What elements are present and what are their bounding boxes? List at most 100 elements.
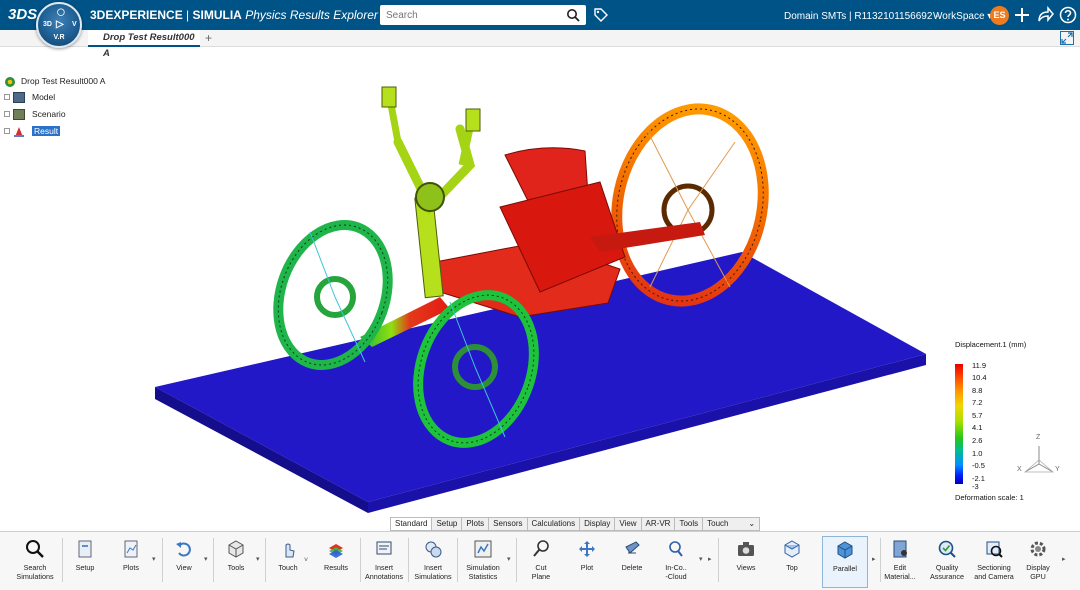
tab-sensors[interactable]: Sensors [489, 518, 528, 530]
expand-icon[interactable] [1060, 31, 1074, 45]
results-button[interactable]: Results [318, 536, 354, 588]
ribbon-label: Cut Plane [531, 563, 551, 581]
tab-ar-vr[interactable]: AR-VR [642, 518, 676, 530]
views-button[interactable]: Views [726, 536, 766, 588]
ribbon-label: Insert Annotations [365, 563, 403, 581]
axis-z-label: Z [1036, 434, 1041, 441]
ribbon-label: Delete [621, 563, 643, 572]
view-button[interactable]: View [166, 536, 202, 588]
play-icon[interactable]: ▷ [56, 19, 64, 30]
insert-annotations-button[interactable]: Insert Annotations [363, 536, 405, 588]
workspace-selector[interactable]: WorkSpace ▾ [933, 11, 992, 22]
simulation-statistics-button[interactable]: Simulation Statistics [462, 536, 504, 588]
compass-quadrant-v[interactable]: V [72, 21, 77, 28]
tab-view[interactable]: View [615, 518, 642, 530]
more-icon[interactable]: ▸ [1062, 555, 1066, 563]
plot-button[interactable]: Plot [567, 536, 607, 588]
legend-tick: 1.0 [972, 449, 983, 458]
tab-setup[interactable]: Setup [432, 518, 463, 530]
add-tab-icon[interactable]: + [205, 31, 212, 45]
tab-touch-label: Touch [707, 519, 729, 528]
app-name: Physics Results Explorer [245, 8, 378, 22]
legend-tick: 11.9 [972, 361, 987, 370]
edit-material-button[interactable]: Edit Material... [882, 536, 918, 588]
workspace-label: WorkSpace [933, 11, 985, 22]
deformation-scale: Deformation scale: 1 [955, 493, 1024, 502]
tab-touch-select[interactable]: Touch ⌄ [703, 518, 759, 530]
delete-button[interactable]: Delete [612, 536, 652, 588]
chevron-down-icon[interactable]: ▾ [699, 555, 703, 563]
setup-button[interactable]: Setup [67, 536, 103, 588]
results-icon [329, 544, 343, 558]
chevron-down-icon[interactable]: ▾ [256, 555, 260, 563]
ds-logo: 3DS [8, 6, 38, 23]
tab-drop-test[interactable]: Drop Test Result000 A [88, 30, 200, 59]
axis-triad[interactable]: Z X Y [1017, 434, 1061, 483]
quality-assurance-button[interactable]: Quality Assurance [925, 536, 969, 588]
tab-plots[interactable]: Plots [462, 518, 490, 530]
delete-icon [625, 541, 640, 554]
top-view-icon [784, 540, 800, 558]
ribbon-separator [880, 538, 881, 582]
legend-color-bar [955, 364, 963, 484]
in-context-cloud-button[interactable]: In-Co.. -Cloud [656, 536, 696, 588]
compass-quadrant-north[interactable]: ◯ [57, 8, 65, 16]
chevron-down-icon[interactable]: ▾ [507, 555, 511, 563]
compass-widget[interactable]: ◯ 3D ▷ V V.R [36, 2, 82, 48]
tab-tools[interactable]: Tools [675, 518, 704, 530]
tools-button[interactable]: Tools [218, 536, 254, 588]
legend-tick: 8.8 [972, 386, 983, 395]
domain-label[interactable]: Domain SMTs | R1132101156692 - [784, 11, 939, 22]
search-simulations-button[interactable]: Search Simulations [12, 536, 58, 588]
chevron-down-icon[interactable]: ▾ [152, 555, 156, 563]
undo-view-icon [176, 542, 191, 557]
display-gpu-button[interactable]: Display GPU [1020, 536, 1056, 588]
ribbon-label: View [176, 563, 192, 572]
compass-quadrant-3d[interactable]: 3D [43, 21, 52, 28]
gear-icon [1030, 541, 1046, 557]
legend-tick: 10.4 [972, 373, 987, 382]
touch-button[interactable]: Touch [270, 536, 306, 588]
avatar[interactable]: ES [990, 6, 1009, 25]
legend-tick: 2.6 [972, 436, 983, 445]
ribbon-label: Touch [278, 563, 298, 572]
ribbon-label: Simulation Statistics [466, 563, 500, 581]
cut-plane-button[interactable]: Cut Plane [521, 536, 561, 588]
ribbon-separator [408, 538, 409, 582]
tab-standard[interactable]: Standard [391, 518, 433, 530]
ribbon-label: Sectioning and Camera [974, 563, 1014, 581]
ribbon-separator [516, 538, 517, 582]
sectioning-camera-button[interactable]: Sectioning and Camera [972, 536, 1016, 588]
quality-icon [938, 540, 956, 558]
more-icon[interactable]: ▸ [708, 555, 712, 563]
tab-display[interactable]: Display [580, 518, 616, 530]
add-icon[interactable] [1013, 6, 1031, 24]
insert-simulations-button[interactable]: Insert Simulations [412, 536, 454, 588]
search-input[interactable] [386, 8, 556, 22]
3d-viewport[interactable] [0, 47, 1080, 517]
legend-tick: -3 [972, 482, 979, 491]
cut-plane-icon [533, 540, 549, 557]
tag-icon[interactable] [593, 7, 609, 26]
action-ribbon: Search Simulations Setup Plots ▾ View ▾ … [0, 531, 1080, 590]
edit-material-icon [893, 540, 907, 558]
ribbon-label: Tools [227, 563, 245, 572]
share-icon[interactable] [1036, 5, 1054, 24]
ribbon-label: Search Simulations [16, 563, 54, 581]
more-icon[interactable]: ▸ [872, 555, 876, 563]
legend-tick: 4.1 [972, 423, 983, 432]
legend-tick: -0.5 [972, 461, 985, 470]
chevron-down-icon[interactable]: ▾ [204, 555, 208, 563]
top-view-button[interactable]: Top [772, 536, 812, 588]
ribbon-label: Top [786, 563, 798, 572]
brand-bold: 3DEXPERIENCE [90, 8, 183, 22]
chevron-down-icon[interactable]: ˅ [304, 557, 308, 564]
ribbon-label: Views [736, 563, 756, 572]
search-box[interactable] [380, 5, 586, 25]
help-icon[interactable] [1059, 6, 1077, 24]
plots-button[interactable]: Plots [113, 536, 149, 588]
tab-calculations[interactable]: Calculations [528, 518, 581, 530]
parallel-button[interactable]: Parallel [822, 536, 868, 588]
statistics-icon [474, 540, 492, 558]
search-icon[interactable] [566, 8, 580, 25]
